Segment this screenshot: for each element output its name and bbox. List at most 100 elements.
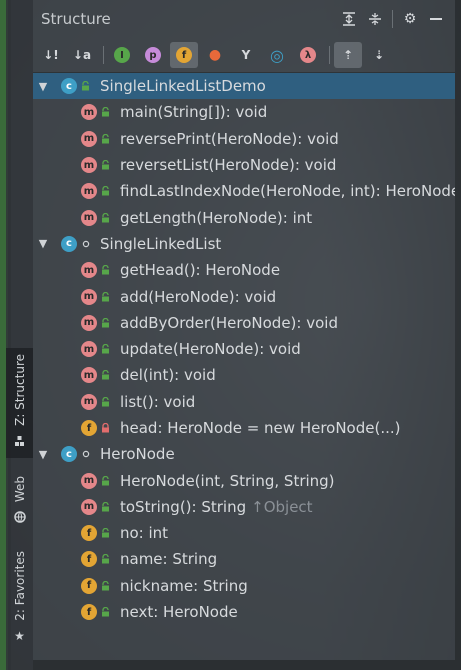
node-label: addByOrder(HeroNode): void [120, 313, 338, 332]
toolbar-divider [329, 46, 330, 64]
class-node[interactable]: ▼ c SingleLinkedList [33, 231, 455, 257]
show-lambdas-toggle[interactable]: Y [232, 42, 260, 68]
show-lambda-toggle[interactable]: λ [294, 42, 322, 68]
method-node[interactable]: m add(HeroNode): void [33, 283, 455, 309]
node-label: list(): void [120, 392, 196, 411]
public-lock-icon [100, 265, 111, 276]
method-icon: m [81, 183, 97, 200]
node-label: findLastIndexNode(HeroNode, int): HeroNo… [120, 182, 455, 201]
structure-icon [6, 432, 33, 450]
minimize-icon[interactable] [423, 6, 449, 32]
node-label: head: HeroNode = new HeroNode(...) [120, 419, 401, 437]
field-node[interactable]: f name: String [33, 546, 455, 572]
method-node[interactable]: m getLength(HeroNode): int [33, 204, 455, 230]
gear-icon[interactable]: ⚙ [397, 6, 423, 32]
sort-by-visibility-toggle[interactable]: ↓! [37, 42, 65, 68]
method-icon: m [81, 472, 97, 489]
toolbar-divider [103, 46, 104, 64]
sort-alphabetically-toggle[interactable]: ↓a [68, 42, 96, 68]
field-node[interactable]: f head: HeroNode = new HeroNode(...) [33, 415, 455, 441]
structure-tree: ▼ c SingleLinkedListDemo m main(String[]): v… [33, 73, 455, 625]
node-label: name: String [120, 550, 218, 569]
show-anonymous-toggle[interactable]: ◎ [263, 42, 291, 68]
show-inherited-toggle[interactable]: I [108, 42, 136, 68]
show-properties-icon: p [145, 47, 161, 63]
show-fields-toggle[interactable]: f [170, 42, 198, 68]
web-icon [6, 508, 33, 526]
node-label: reversetList(HeroNode): void [120, 156, 337, 175]
method-node[interactable]: m HeroNode(int, String, String) [33, 467, 455, 493]
node-label: toString(): String [120, 497, 247, 516]
method-node[interactable]: m del(int): void [33, 362, 455, 388]
autoscroll-to-source-icon: ⇡ [342, 48, 354, 62]
show-non-public-toggle[interactable]: ● [201, 42, 229, 68]
field-node[interactable]: f no: int [33, 520, 455, 546]
tab-favorites[interactable]: 2: Favorites ★ [6, 545, 33, 650]
field-icon: f [81, 577, 97, 594]
expand-arrow-icon[interactable]: ▼ [37, 80, 49, 93]
node-label: HeroNode(int, String, String) [120, 471, 335, 490]
tab-web[interactable]: Web [6, 470, 33, 530]
public-lock-icon [100, 186, 111, 197]
public-lock-icon [100, 291, 111, 302]
node-label: HeroNode [100, 445, 175, 464]
method-icon: m [81, 209, 97, 226]
tab-structure[interactable]: Z: Structure [6, 348, 33, 458]
public-lock-icon [100, 344, 111, 355]
show-lambdas-icon: Y [241, 48, 251, 62]
method-node[interactable]: m toString(): String ↑Object [33, 494, 455, 520]
method-icon: m [81, 498, 97, 515]
collapse-all-icon[interactable] [362, 6, 388, 32]
method-node[interactable]: m reversetList(HeroNode): void [33, 152, 455, 178]
field-node[interactable]: f nickname: String [33, 573, 455, 599]
structure-panel: Structure ⚙ ↓! ↓a Ip f ● Y ◎ λ ⇡ ⇣ ▼ c SingleLinked… [33, 0, 455, 660]
autoscroll-from-source-icon: ⇣ [373, 48, 385, 62]
node-label: getLength(HeroNode): int [120, 208, 313, 227]
class-node[interactable]: ▼ c HeroNode [33, 441, 455, 467]
node-label: SingleLinkedListDemo [100, 77, 266, 96]
method-icon: m [81, 341, 97, 358]
public-lock-icon [100, 554, 111, 565]
node-label: no: int [120, 524, 169, 543]
method-node[interactable]: m list(): void [33, 389, 455, 415]
method-node[interactable]: m getHead(): HeroNode [33, 257, 455, 283]
method-icon: m [81, 314, 97, 331]
expand-all-icon[interactable] [336, 6, 362, 32]
public-lock-icon [100, 212, 111, 223]
expand-arrow-icon[interactable]: ▼ [37, 448, 49, 461]
node-label: reversePrint(HeroNode): void [120, 129, 339, 148]
tab-structure-label: Z: Structure [12, 354, 27, 426]
class-node[interactable]: ▼ c SingleLinkedListDemo [33, 73, 455, 100]
method-icon: m [81, 288, 97, 305]
tab-favorites-label: 2: Favorites [12, 551, 27, 621]
method-node[interactable]: m update(HeroNode): void [33, 336, 455, 362]
public-lock-icon [100, 133, 111, 144]
expand-arrow-icon[interactable]: ▼ [37, 237, 49, 250]
public-lock-icon [100, 160, 111, 171]
show-non-public-icon: ● [208, 47, 222, 63]
package-private-icon [80, 238, 91, 249]
tab-web-label: Web [12, 476, 27, 503]
override-suffix: ↑Object [251, 497, 313, 516]
class-icon: c [61, 78, 77, 95]
public-lock-icon [100, 580, 111, 591]
node-label: SingleLinkedList [100, 234, 222, 253]
field-node[interactable]: f next: HeroNode [33, 599, 455, 625]
autoscroll-from-source-toggle[interactable]: ⇣ [365, 42, 393, 68]
sort-by-visibility-icon: ↓! [43, 48, 59, 62]
public-lock-icon [100, 475, 111, 486]
public-lock-icon [100, 501, 111, 512]
method-node[interactable]: m main(String[]): void [33, 99, 455, 125]
toolbar-divider [392, 10, 393, 28]
star-icon: ★ [14, 628, 25, 643]
public-lock-icon [100, 607, 111, 618]
node-label: next: HeroNode [120, 603, 238, 622]
show-properties-toggle[interactable]: p [139, 42, 167, 68]
method-icon: m [81, 393, 97, 410]
public-lock-icon [80, 81, 91, 92]
autoscroll-to-source-toggle[interactable]: ⇡ [334, 42, 362, 68]
show-anonymous-icon: ◎ [270, 45, 284, 65]
method-node[interactable]: m addByOrder(HeroNode): void [33, 310, 455, 336]
method-node[interactable]: m findLastIndexNode(HeroNode, int): HeroN… [33, 178, 455, 204]
method-node[interactable]: m reversePrint(HeroNode): void [33, 126, 455, 152]
